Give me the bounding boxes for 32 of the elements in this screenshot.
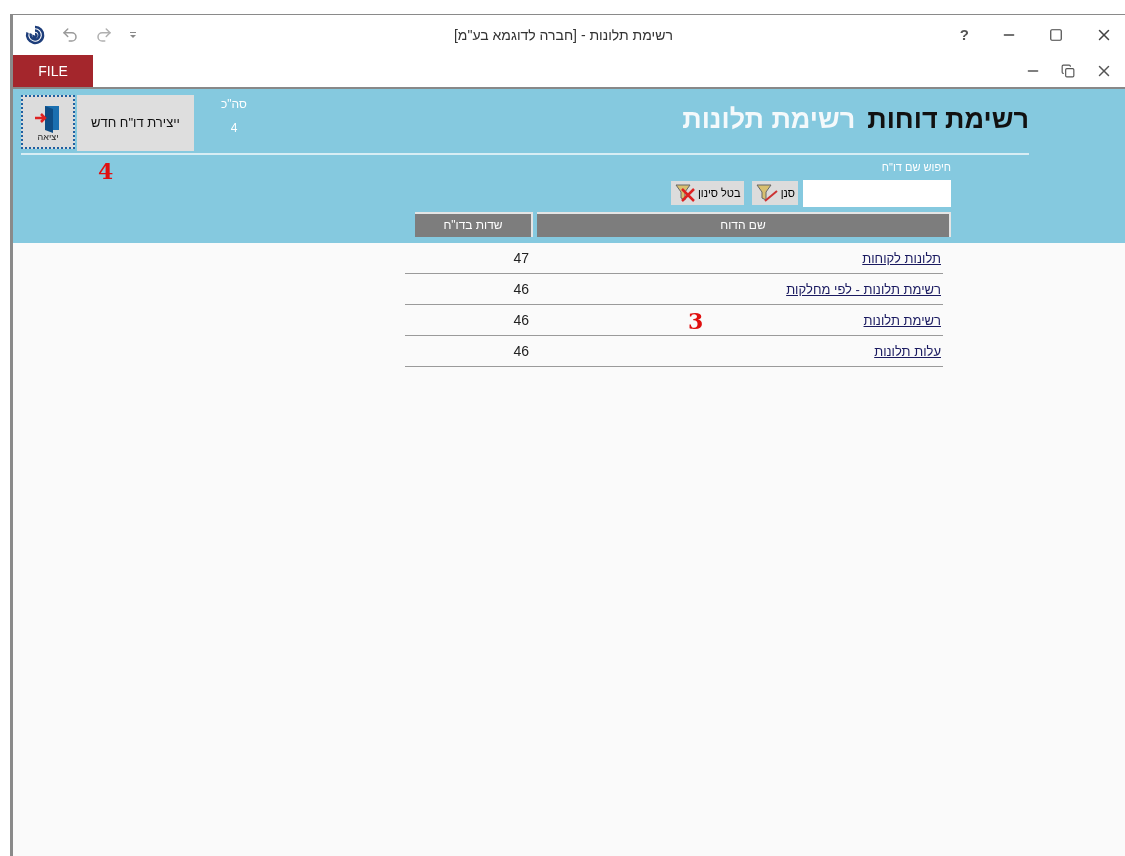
- column-header: שם הדוח: [537, 211, 951, 237]
- page-title: רשימת דוחות: [867, 103, 1029, 136]
- callout-number: 4: [98, 157, 114, 186]
- callout-number: 3: [688, 307, 704, 336]
- report-link[interactable]: רשימת תלונות - לפי מחלקות: [786, 282, 941, 297]
- fields-count: 46: [512, 279, 529, 299]
- help-button[interactable]: ?: [959, 23, 969, 47]
- window-title: רשימת תלונות - [חברה לדוגמא בע"מ]: [453, 25, 673, 45]
- filter-button[interactable]: סנן: [751, 181, 798, 205]
- total-label: סה"כ: [221, 96, 247, 113]
- page-subtitle: רשימת תלונות: [682, 103, 856, 136]
- clear-filter-button[interactable]: בטל סינון: [670, 181, 744, 205]
- app-logo-icon: [25, 25, 45, 45]
- column-header: שדות בדו"ח: [415, 211, 533, 237]
- customize-toolbar-icon[interactable]: [129, 31, 137, 39]
- fields-count: 47: [512, 248, 529, 268]
- total-value: 4: [230, 120, 238, 137]
- maximize-icon[interactable]: [1049, 28, 1063, 42]
- search-field[interactable]: [803, 179, 951, 207]
- search-label: חיפוש שם דו"ח: [881, 160, 951, 175]
- exit-button[interactable]: יציאה: [21, 95, 75, 149]
- report-link[interactable]: רשימת תלונות: [863, 313, 941, 328]
- funnel-cross-icon: [673, 183, 696, 203]
- report-link[interactable]: תלונות לקוחות: [862, 251, 941, 266]
- restore-icon[interactable]: [1061, 64, 1075, 78]
- fields-count: 46: [512, 310, 529, 330]
- file-tab[interactable]: FILE: [13, 55, 93, 87]
- fields-count: 46: [512, 341, 529, 361]
- new-report-button[interactable]: ייצירת דו"ח חדש: [77, 95, 194, 151]
- undo-icon[interactable]: [61, 26, 79, 44]
- report-link[interactable]: עלות תלונות: [874, 344, 941, 359]
- funnel-pencil-icon: [754, 183, 779, 203]
